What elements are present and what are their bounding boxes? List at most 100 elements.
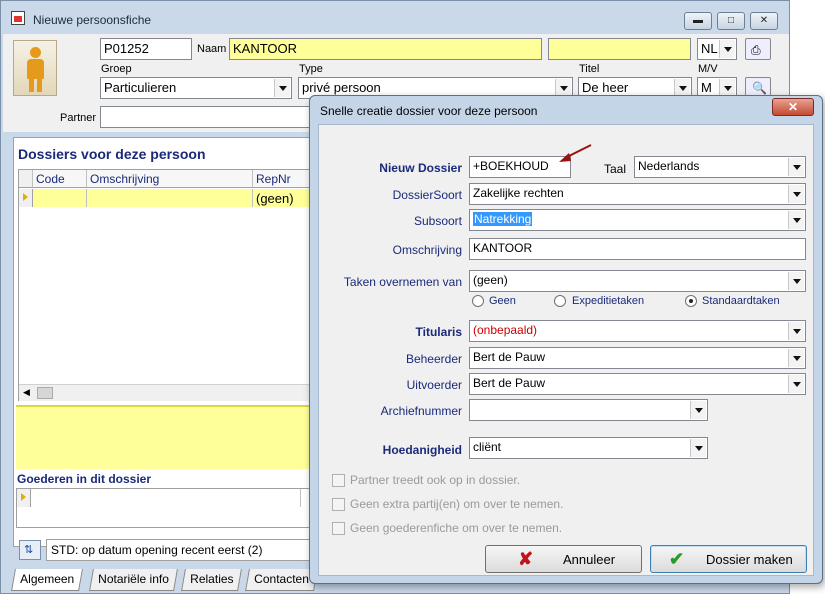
dossiersoort-label: DossierSoort — [392, 188, 462, 202]
radio-geen[interactable] — [472, 295, 484, 307]
printer-icon: ⎙ — [751, 43, 761, 57]
chevron-down-icon — [719, 40, 735, 58]
chevron-down-icon — [788, 158, 804, 176]
dossier-maken-button[interactable]: ✔ Dossier maken — [650, 545, 807, 573]
taal-label: Taal — [604, 162, 627, 176]
chevron-down-icon — [788, 185, 804, 203]
chevron-down-icon — [690, 439, 706, 457]
row-indicator — [19, 189, 33, 207]
radio-standaardtaken-label: Standaardtaken — [702, 295, 780, 307]
column-header-code[interactable]: Code — [33, 170, 87, 188]
row-pointer-icon — [23, 193, 28, 201]
dialog-body: Nieuw Dossier +BOEKHOUD Taal Nederlands … — [318, 124, 814, 576]
minimize-button[interactable]: ▬ — [684, 12, 712, 30]
dossiersoort-select[interactable]: Zakelijke rechten — [469, 183, 806, 205]
subsoort-select[interactable]: Natrekking — [469, 209, 806, 231]
extra-partijen-checkbox[interactable] — [332, 498, 345, 511]
partner-checkbox-label: Partner treedt ook op in dossier. — [350, 473, 521, 487]
beheerder-select[interactable]: Bert de Pauw — [469, 347, 806, 369]
partner-checkbox[interactable] — [332, 474, 345, 487]
uitvoerder-label: Uitvoerder — [406, 378, 462, 392]
tab-contacten[interactable]: Contacten — [245, 569, 318, 591]
taal-dialog-select[interactable]: Nederlands — [634, 156, 806, 178]
column-header-repnr[interactable]: RepNr — [253, 170, 311, 188]
archiefnummer-select[interactable] — [469, 399, 708, 421]
cancel-x-icon: ✘ — [518, 549, 534, 569]
tab-relaties[interactable]: Relaties — [181, 569, 243, 591]
column-header-omschrijving[interactable]: Omschrijving — [87, 170, 253, 188]
create-dossier-dialog: Snelle creatie dossier voor deze persoon… — [309, 95, 823, 584]
partner-label: Partner — [60, 112, 97, 124]
maximize-button[interactable]: □ — [717, 12, 745, 30]
window-title: Nieuwe persoonsfiche — [33, 13, 152, 27]
radio-geen-label: Geen — [489, 295, 516, 307]
chevron-down-icon — [690, 401, 706, 419]
table-cell[interactable]: (geen) — [253, 189, 311, 207]
chevron-down-icon — [274, 79, 290, 97]
nieuw-dossier-label: Nieuw Dossier — [379, 161, 462, 175]
table-row[interactable] — [31, 489, 301, 507]
annuleer-button[interactable]: ✘ Annuleer — [485, 545, 642, 573]
chevron-down-icon — [788, 272, 804, 290]
goederen-title: Goederen in dit dossier — [17, 472, 152, 486]
extra-partijen-checkbox-label: Geen extra partij(en) om over te nemen. — [350, 497, 564, 511]
subsoort-label: Subsoort — [413, 214, 462, 228]
archiefnummer-label: Archiefnummer — [380, 404, 462, 418]
tab-notariele-info[interactable]: Notariële info — [89, 569, 178, 591]
radio-expeditietaken[interactable] — [554, 295, 566, 307]
row-pointer-icon — [21, 493, 26, 501]
tab-algemeen[interactable]: Algemeen — [11, 569, 83, 591]
goederenfiche-checkbox-label: Geen goederenfiche om over te nemen. — [350, 521, 563, 535]
hoedanigheid-select[interactable]: cliënt — [469, 437, 708, 459]
dialog-title: Snelle creatie dossier voor deze persoon — [320, 104, 538, 118]
omschrijving-field[interactable]: KANTOOR — [469, 238, 806, 260]
person-icon — [13, 40, 57, 96]
goederen-grid — [16, 488, 311, 528]
groep-select[interactable]: Particulieren — [100, 77, 292, 99]
table-cell[interactable] — [87, 189, 253, 207]
horizontal-scrollbar[interactable]: ◀ — [19, 384, 310, 401]
beheerder-label: Beheerder — [405, 352, 462, 366]
sort-button[interactable]: ⇅ — [19, 540, 41, 560]
type-label: Type — [299, 63, 323, 75]
chevron-down-icon — [788, 349, 804, 367]
radio-standaardtaken[interactable] — [685, 295, 697, 307]
dialog-close-button[interactable]: ✕ — [772, 98, 814, 116]
radio-expeditietaken-label: Expeditietaken — [572, 295, 645, 307]
print-button[interactable]: ⎙ — [745, 38, 771, 60]
sort-icon: ⇅ — [24, 544, 34, 556]
taken-label: Taken overnemen van — [343, 275, 462, 289]
naam-extra-field[interactable] — [548, 38, 691, 60]
titularis-label: Titularis — [415, 325, 462, 339]
row-indicator — [17, 489, 31, 507]
sort-status: STD: op datum opening recent eerst (2) — [46, 539, 310, 561]
mv-label: M/V — [698, 63, 718, 75]
naam-label: Naam — [197, 43, 227, 55]
taken-select[interactable]: (geen) — [469, 270, 806, 292]
chevron-down-icon — [788, 375, 804, 393]
uitvoerder-select[interactable]: Bert de Pauw — [469, 373, 806, 395]
scroll-left-icon: ◀ — [23, 387, 30, 397]
omschrijving-label: Omschrijving — [392, 243, 462, 257]
close-button[interactable]: ✕ — [750, 12, 778, 30]
chevron-down-icon — [788, 322, 804, 340]
groep-label: Groep — [101, 63, 132, 75]
app-icon — [11, 11, 25, 25]
partner-field[interactable] — [100, 106, 312, 128]
title-bar: Nieuwe persoonsfiche ▬ □ ✕ — [1, 1, 791, 35]
dossiers-title: Dossiers voor deze persoon — [18, 146, 206, 162]
check-icon: ✔ — [669, 549, 685, 569]
hoedanigheid-label: Hoedanigheid — [382, 443, 462, 457]
goederenfiche-checkbox[interactable] — [332, 522, 345, 535]
person-code-field[interactable]: P01252 — [100, 38, 192, 60]
scroll-thumb[interactable] — [37, 387, 53, 399]
pointer-arrow-icon — [559, 144, 592, 162]
chevron-down-icon — [788, 211, 804, 229]
naam-field[interactable]: KANTOOR — [229, 38, 542, 60]
titularis-select[interactable]: (onbepaald) — [469, 320, 806, 342]
table-row[interactable] — [33, 189, 87, 207]
taal-select[interactable]: NL — [697, 38, 737, 60]
search-icon: 🔍 — [752, 81, 767, 95]
dossiers-grid: Code Omschrijving RepNr (geen) ◀ — [18, 169, 311, 401]
dossier-notes-area[interactable] — [16, 405, 311, 469]
